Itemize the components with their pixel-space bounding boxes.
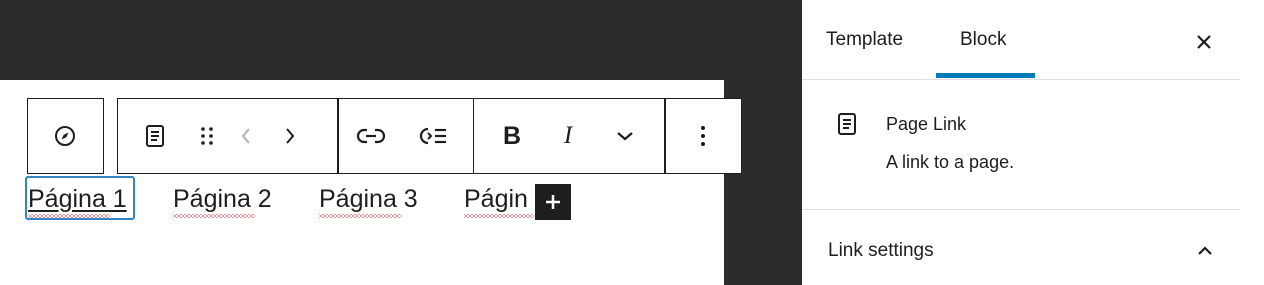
editor-root: B I Página 1 Página 2 Página 3 Págin Tem…	[0, 0, 1264, 285]
nav-link-pagina-2[interactable]: Página 2	[173, 184, 272, 218]
toolbar-parent-group	[27, 98, 104, 174]
block-card	[802, 80, 1240, 210]
nav-link-label: Página 2	[173, 185, 272, 213]
drag-handle-button[interactable]	[192, 99, 222, 173]
chevron-left-icon	[241, 128, 250, 144]
link-icon	[356, 128, 385, 144]
edit-link-button[interactable]	[339, 99, 403, 173]
spellcheck-underline	[173, 214, 255, 218]
tab-template[interactable]: Template	[826, 0, 903, 80]
nav-link-pagina-3[interactable]: Página 3	[319, 184, 418, 218]
close-icon	[1197, 35, 1211, 49]
nav-link-label: Página 3	[319, 185, 418, 213]
block-card-description: A link to a page.	[886, 152, 1015, 172]
italic-icon: I	[563, 122, 573, 149]
convert-to-submenu-button[interactable]	[403, 99, 463, 173]
sidebar-tabs: Template Block	[802, 0, 1240, 80]
nav-link-label: Página 1	[28, 185, 127, 213]
spellcheck-underline	[464, 214, 534, 218]
chevron-right-icon	[286, 128, 295, 144]
move-left-button[interactable]	[222, 99, 270, 173]
close-sidebar-button[interactable]	[1190, 28, 1218, 56]
drag-handle-icon	[201, 127, 213, 145]
compass-icon	[55, 126, 75, 146]
add-block-button[interactable]	[535, 184, 571, 220]
move-right-button[interactable]	[270, 99, 310, 173]
tab-label: Block	[960, 29, 1007, 50]
spellcheck-underline	[319, 214, 401, 218]
more-vertical-icon	[701, 126, 705, 146]
nav-link-label: Págin	[464, 185, 528, 213]
tab-label: Template	[826, 29, 904, 50]
page-icon	[838, 113, 856, 135]
block-card-icon	[836, 112, 858, 141]
options-button[interactable]	[666, 99, 741, 173]
block-type-button[interactable]	[118, 99, 192, 173]
block-card-title: Page Link	[886, 114, 967, 134]
chevron-down-icon	[617, 132, 633, 141]
more-formatting-button[interactable]	[586, 99, 664, 173]
spellcheck-underline	[28, 214, 110, 218]
active-tab-indicator	[936, 73, 1035, 78]
plus-icon	[546, 195, 560, 209]
nav-link-pagina-1[interactable]: Página 1	[28, 184, 127, 218]
panel-title-link-settings[interactable]: Link settings	[828, 240, 934, 262]
bold-button[interactable]: B	[474, 99, 550, 173]
bold-icon: B	[502, 121, 522, 150]
panel-toggle-button[interactable]	[1192, 238, 1218, 264]
submenu-icon	[419, 127, 446, 145]
settings-sidebar: Template Block Page Link A link to a pag…	[802, 0, 1264, 285]
block-toolbar: B I	[117, 98, 742, 174]
select-parent-button[interactable]	[28, 99, 102, 173]
italic-button[interactable]: I	[550, 99, 586, 173]
tab-block[interactable]: Block	[960, 0, 1006, 80]
nav-link-pagina-4[interactable]: Págin	[464, 184, 534, 218]
page-icon	[146, 125, 164, 147]
chevron-up-icon	[1198, 246, 1212, 255]
